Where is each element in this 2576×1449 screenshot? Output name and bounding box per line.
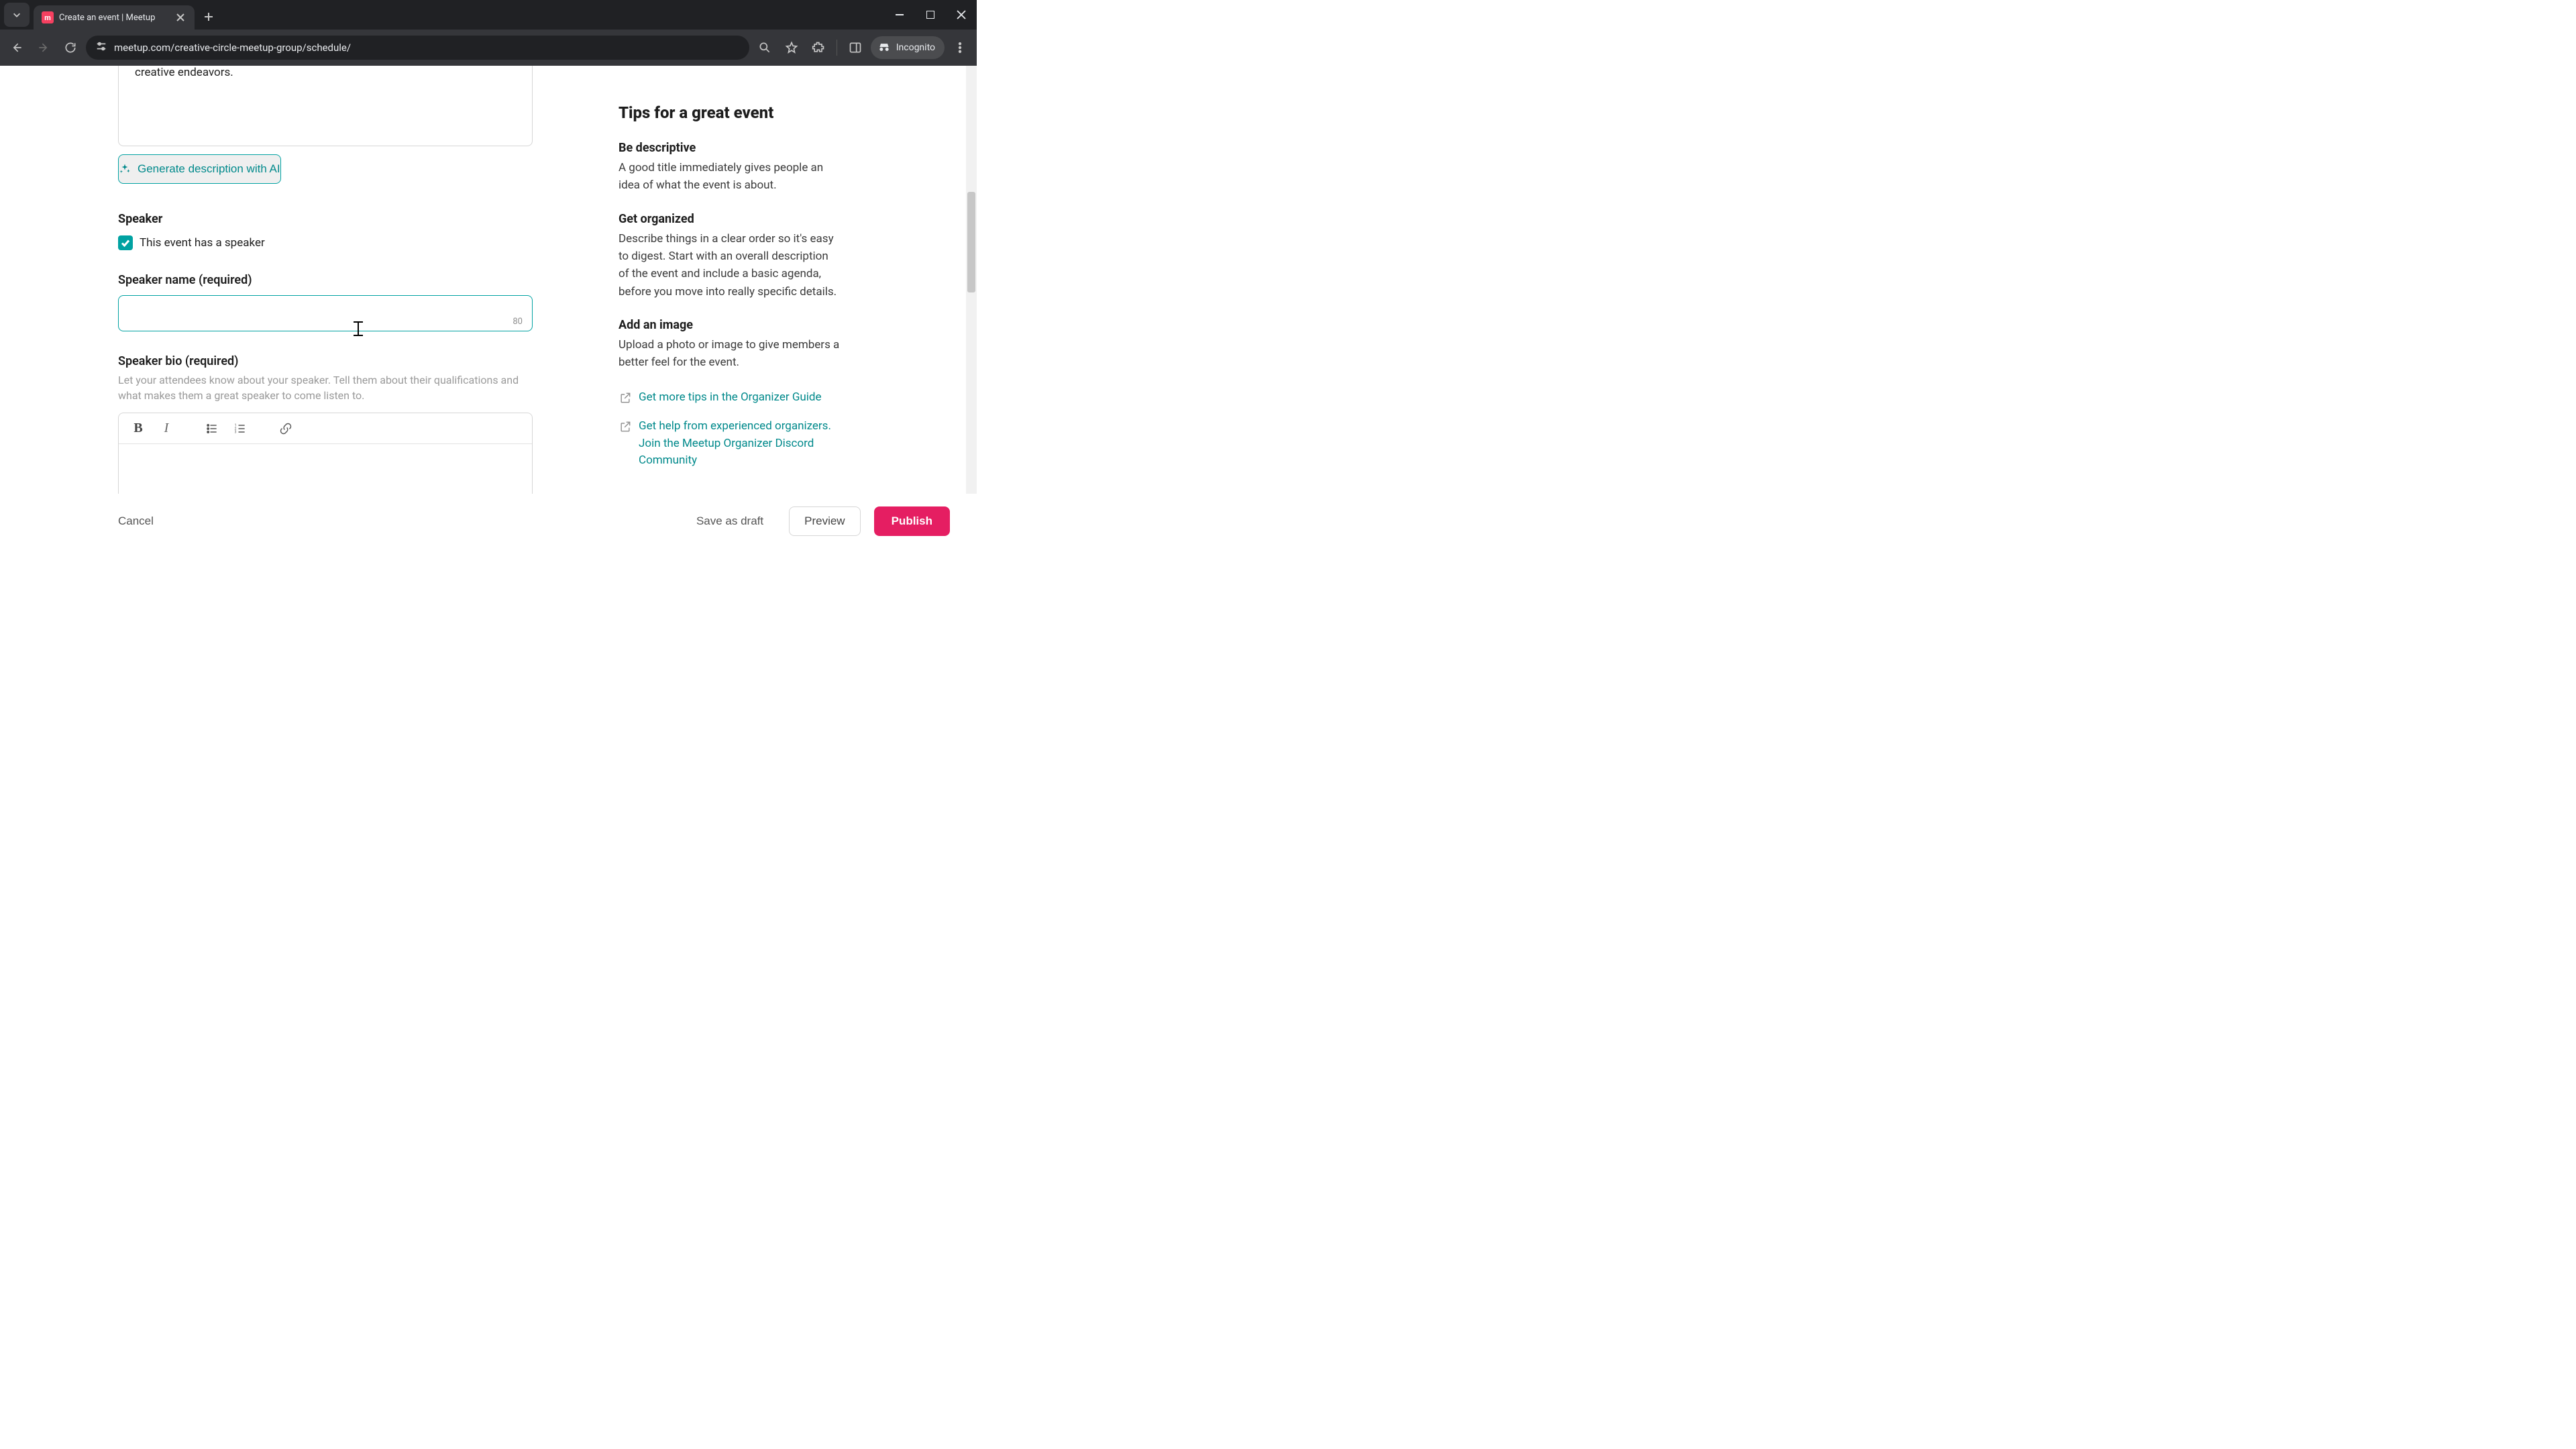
speaker-name-label: Speaker name (required) bbox=[118, 273, 533, 287]
extensions-icon[interactable] bbox=[807, 36, 830, 59]
rte-numbered-list-button[interactable]: 123 bbox=[227, 417, 253, 440]
tip-block: Add an image Upload a photo or image to … bbox=[619, 318, 840, 372]
speaker-name-input[interactable] bbox=[129, 296, 492, 331]
tab-active[interactable]: m Create an event | Meetup bbox=[34, 5, 195, 30]
speaker-checkbox[interactable] bbox=[118, 235, 133, 250]
rte-toolbar: B I 123 bbox=[119, 413, 532, 444]
generate-ai-label: Generate description with AI bbox=[138, 162, 280, 176]
tip-body: Upload a photo or image to give members … bbox=[619, 336, 840, 372]
description-editor[interactable]: creative endeavors. bbox=[118, 66, 533, 146]
form-column: creative endeavors. Generate description… bbox=[118, 66, 533, 494]
description-visible-text: creative endeavors. bbox=[135, 66, 516, 82]
rte-bullet-list-button[interactable] bbox=[199, 417, 225, 440]
forward-button[interactable] bbox=[32, 36, 55, 59]
tab-search-dropdown[interactable] bbox=[4, 3, 30, 27]
reload-button[interactable] bbox=[59, 36, 82, 59]
page-content: creative endeavors. Generate description… bbox=[0, 66, 977, 494]
url-text: meetup.com/creative-circle-meetup-group/… bbox=[114, 42, 740, 54]
incognito-badge[interactable]: Incognito bbox=[871, 36, 945, 59]
external-link-icon bbox=[619, 391, 632, 405]
tips-heading: Tips for a great event bbox=[619, 103, 840, 122]
bookmark-icon[interactable] bbox=[780, 36, 803, 59]
browser-toolbar: meetup.com/creative-circle-meetup-group/… bbox=[0, 30, 977, 66]
incognito-label: Incognito bbox=[896, 42, 935, 53]
generate-ai-button[interactable]: Generate description with AI bbox=[118, 154, 281, 184]
speaker-checkbox-label: This event has a speaker bbox=[140, 236, 265, 250]
speaker-section-title: Speaker bbox=[118, 212, 533, 226]
tips-column: Tips for a great event Be descriptive A … bbox=[619, 66, 840, 494]
speaker-bio-label: Speaker bio (required) bbox=[118, 354, 533, 368]
tip-title: Get organized bbox=[619, 212, 840, 226]
svg-text:3: 3 bbox=[235, 431, 237, 435]
scrollbar-track[interactable] bbox=[966, 66, 977, 494]
preview-button[interactable]: Preview bbox=[789, 506, 860, 536]
scrollbar-thumb[interactable] bbox=[967, 192, 975, 292]
save-draft-button[interactable]: Save as draft bbox=[696, 515, 763, 528]
rte-bold-button[interactable]: B bbox=[125, 417, 151, 440]
tip-body: Describe things in a clear order so it's… bbox=[619, 230, 840, 301]
side-panel-icon[interactable] bbox=[844, 36, 867, 59]
tip-title: Be descriptive bbox=[619, 141, 840, 155]
new-tab-button[interactable] bbox=[199, 7, 219, 27]
tips-link-organizer-guide[interactable]: Get more tips in the Organizer Guide bbox=[639, 389, 822, 407]
publish-button[interactable]: Publish bbox=[874, 506, 950, 536]
text-cursor-icon bbox=[358, 321, 359, 336]
speaker-name-input-wrap: 80 bbox=[118, 295, 533, 331]
tab-title: Create an event | Meetup bbox=[59, 13, 169, 23]
window-controls bbox=[884, 0, 977, 30]
sparkle-icon bbox=[119, 163, 131, 175]
site-settings-icon[interactable] bbox=[95, 40, 107, 55]
rte-link-button[interactable] bbox=[273, 417, 299, 440]
speaker-checkbox-row[interactable]: This event has a speaker bbox=[118, 235, 533, 250]
speaker-bio-hint: Let your attendees know about your speak… bbox=[118, 372, 533, 403]
window-maximize[interactable] bbox=[915, 0, 946, 30]
rte-italic-button[interactable]: I bbox=[154, 417, 179, 440]
tips-link-1: Get more tips in the Organizer Guide bbox=[619, 389, 840, 407]
tab-strip: m Create an event | Meetup bbox=[0, 0, 977, 30]
page: creative endeavors. Generate description… bbox=[0, 66, 977, 547]
meetup-favicon: m bbox=[42, 11, 54, 23]
cancel-button[interactable]: Cancel bbox=[118, 515, 154, 528]
tip-title: Add an image bbox=[619, 318, 840, 332]
tip-body: A good title immediately gives people an… bbox=[619, 159, 840, 195]
check-icon bbox=[120, 237, 131, 248]
tip-block: Get organized Describe things in a clear… bbox=[619, 212, 840, 301]
tips-link-discord[interactable]: Get help from experienced organizers. Jo… bbox=[639, 418, 840, 470]
tab-close[interactable] bbox=[174, 11, 186, 23]
external-link-icon bbox=[619, 420, 632, 433]
speaker-name-char-count: 80 bbox=[513, 317, 523, 327]
window-minimize[interactable] bbox=[884, 0, 915, 30]
browser-menu-icon[interactable] bbox=[949, 36, 971, 59]
tip-block: Be descriptive A good title immediately … bbox=[619, 141, 840, 195]
back-button[interactable] bbox=[5, 36, 28, 59]
tips-link-2: Get help from experienced organizers. Jo… bbox=[619, 418, 840, 470]
window-close[interactable] bbox=[946, 0, 977, 30]
search-icon[interactable] bbox=[753, 36, 776, 59]
address-bar[interactable]: meetup.com/creative-circle-meetup-group/… bbox=[86, 36, 749, 60]
footer-bar: Cancel Save as draft Preview Publish bbox=[0, 494, 977, 547]
